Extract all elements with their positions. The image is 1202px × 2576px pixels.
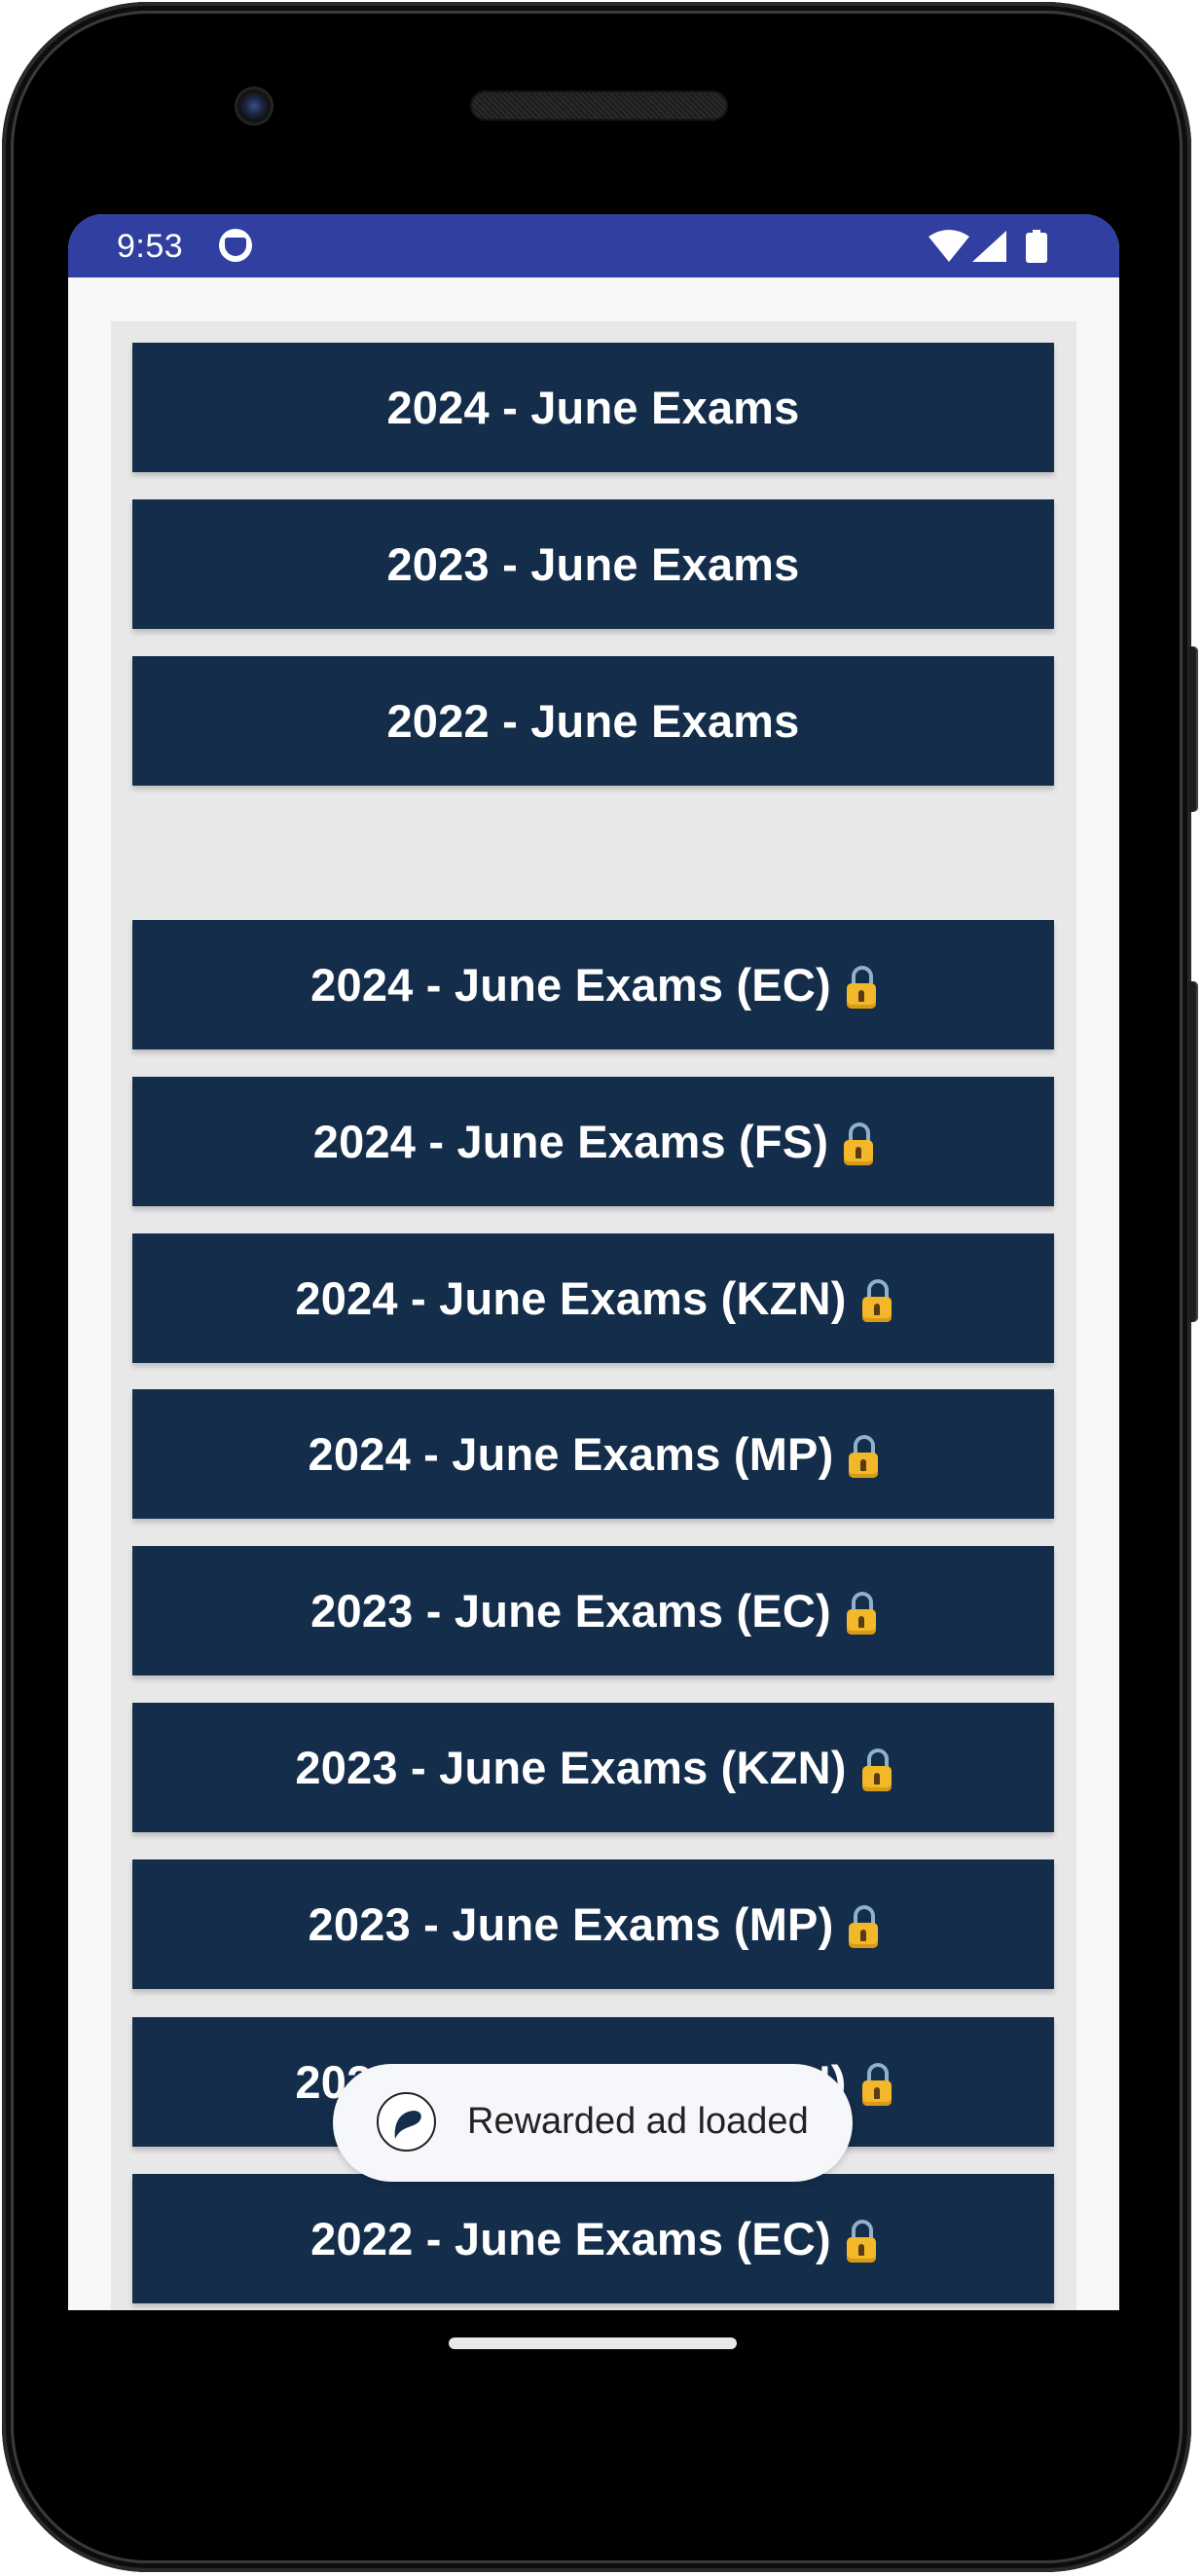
- exam-button-label: 2024 - June Exams (MP): [308, 1428, 834, 1480]
- exam-button-label: 2024 - June Exams (FS): [312, 1116, 829, 1167]
- toast-message: Rewarded ad loaded: [467, 2101, 809, 2142]
- locked-exam-button-2022-june-ec[interactable]: 2022 - June Exams (EC): [132, 2174, 1054, 2303]
- screen: 9:53 2024 - June Exams 2023 - June Exams…: [68, 214, 1119, 2310]
- lock-icon: [844, 1122, 874, 1165]
- exam-list: 2024 - June Exams 2023 - June Exams 2022…: [111, 321, 1076, 2310]
- home-gesture-bar[interactable]: [449, 2337, 737, 2349]
- locked-exam-button-2024-june-fs[interactable]: 2024 - June Exams (FS): [132, 1077, 1054, 1206]
- battery-icon: [1026, 230, 1047, 263]
- locked-exam-button-2023-june-mp[interactable]: 2023 - June Exams (MP): [132, 1859, 1054, 1989]
- locked-exam-button-2024-june-ec[interactable]: 2024 - June Exams (EC): [132, 920, 1054, 1049]
- locked-exam-button-2023-june-ec[interactable]: 2023 - June Exams (EC): [132, 1546, 1054, 1675]
- lock-icon: [861, 2062, 892, 2106]
- exam-button-label: 2024 - June Exams (KZN): [295, 1272, 847, 1324]
- exam-button-label: 2023 - June Exams (KZN): [295, 1742, 847, 1793]
- exam-button-label: 2022 - June Exams (EC): [310, 2213, 831, 2264]
- locked-exam-button-2024-june-kzn[interactable]: 2024 - June Exams (KZN): [132, 1233, 1054, 1363]
- exam-button-2022-june[interactable]: 2022 - June Exams: [132, 656, 1054, 786]
- lock-icon: [849, 1904, 879, 1948]
- status-bar: 9:53: [68, 214, 1119, 277]
- exam-button-label: 2022 - June Exams: [386, 695, 800, 747]
- volume-rocker[interactable]: [1188, 981, 1198, 1322]
- lock-icon: [846, 1591, 876, 1635]
- exam-button-label: 2023 - June Exams: [386, 538, 800, 590]
- app-notification-icon: [219, 229, 252, 262]
- app-logo-icon: [377, 2092, 436, 2152]
- exam-button-label: 2023 - June Exams (MP): [308, 1898, 834, 1950]
- lock-icon: [861, 1278, 892, 1322]
- toast-notification: Rewarded ad loaded: [333, 2064, 853, 2182]
- front-camera: [235, 87, 273, 126]
- exam-button-2023-june[interactable]: 2023 - June Exams: [132, 499, 1054, 629]
- cellular-signal-icon: [972, 231, 1006, 262]
- exam-button-label: 2024 - June Exams (EC): [310, 959, 831, 1011]
- power-button[interactable]: [1188, 646, 1198, 812]
- wifi-icon: [929, 230, 969, 262]
- lock-icon: [849, 1434, 879, 1478]
- status-time: 9:53: [117, 228, 184, 265]
- locked-exam-button-2023-june-kzn[interactable]: 2023 - June Exams (KZN): [132, 1703, 1054, 1832]
- locked-exam-button-2024-june-mp[interactable]: 2024 - June Exams (MP): [132, 1389, 1054, 1519]
- exam-button-label: 2024 - June Exams: [386, 382, 800, 433]
- lock-icon: [846, 965, 876, 1009]
- exam-button-2024-june[interactable]: 2024 - June Exams: [132, 343, 1054, 472]
- lock-icon: [846, 2219, 876, 2263]
- exam-button-label: 2023 - June Exams (EC): [310, 1585, 831, 1637]
- lock-icon: [861, 1748, 892, 1791]
- earpiece-speaker: [472, 92, 726, 119]
